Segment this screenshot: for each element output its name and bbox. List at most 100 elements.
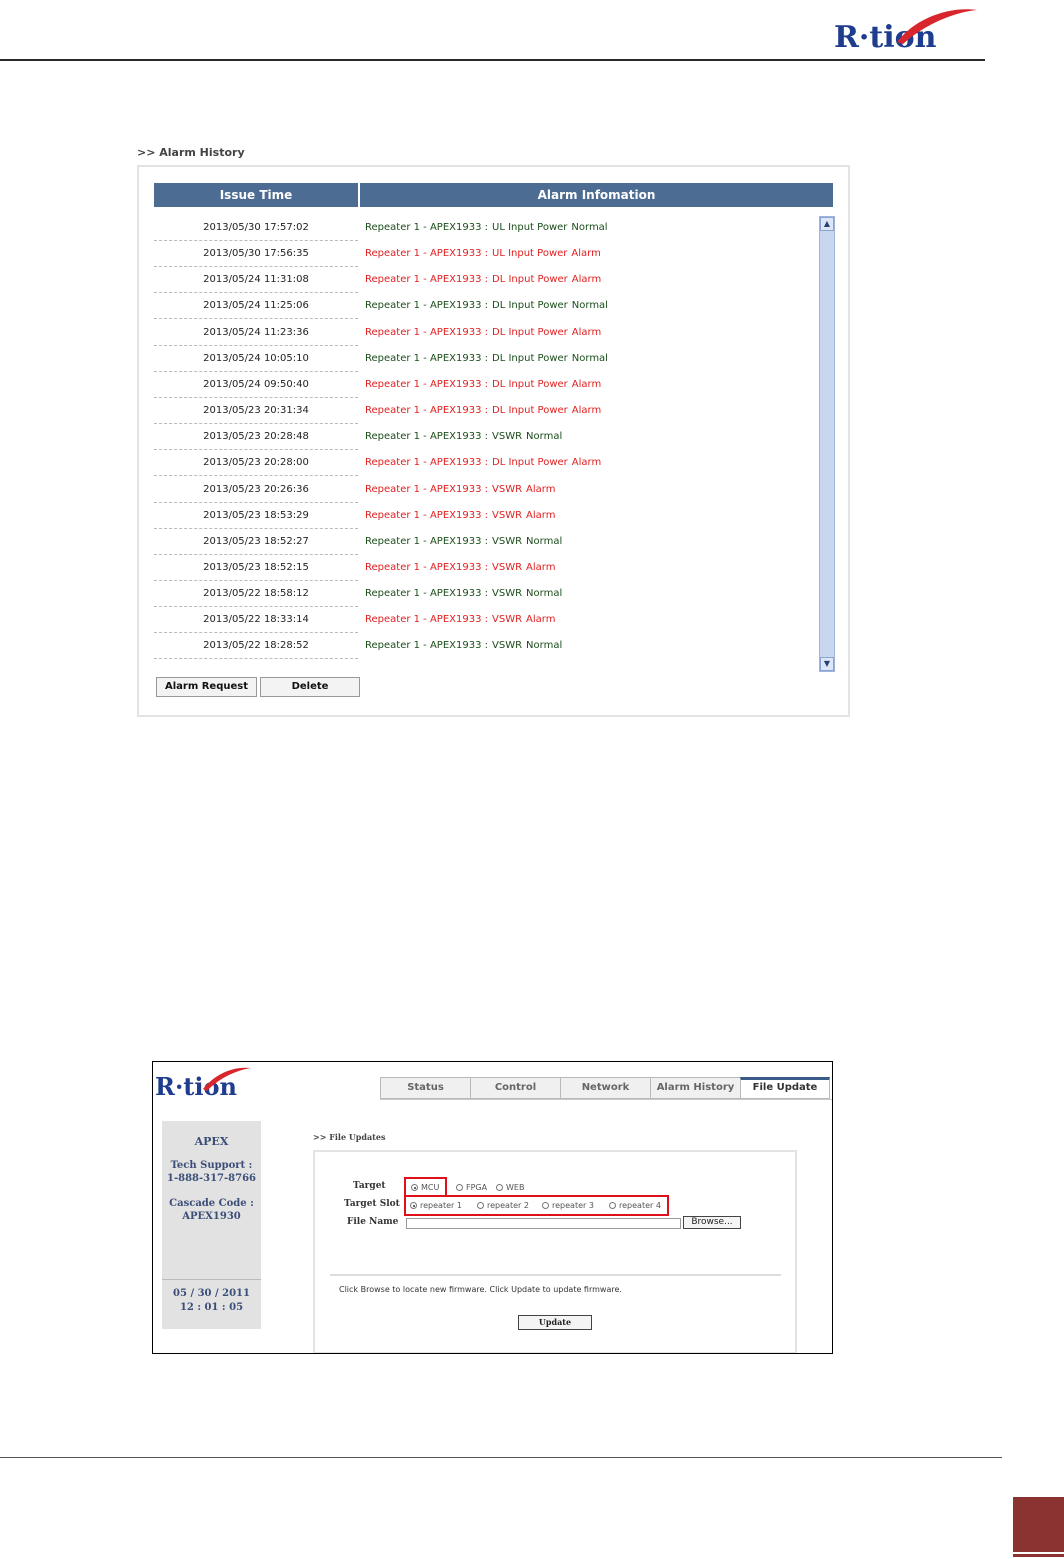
alarm-information-cell: Repeater 1 - APEX1933 : UL Input Power Nor… — [365, 215, 612, 241]
target-highlight — [404, 1177, 447, 1197]
app-logo-swoosh-icon — [203, 1067, 251, 1091]
issue-time-cell: 2013/05/23 20:28:48 — [154, 424, 358, 451]
alarm-status: Alarm — [526, 509, 556, 521]
alarm-source: Repeater 1 - APEX1933 : — [365, 326, 489, 338]
file-updates-breadcrumb: >> File Updates — [313, 1132, 386, 1142]
alarm-source: Repeater 1 - APEX1933 : — [365, 248, 489, 260]
alarm-source: Repeater 1 - APEX1933 : — [365, 300, 489, 312]
alarm-information-cell: Repeater 1 - APEX1933 : VSWR Alarm — [365, 503, 559, 529]
alarm-status: Normal — [526, 588, 563, 600]
alarm-information-cell: Repeater 1 - APEX1933 : VSWR Normal — [365, 424, 566, 450]
target-option-web[interactable]: WEB — [496, 1183, 524, 1192]
update-button[interactable]: Update — [518, 1315, 592, 1330]
alarm-information-cell: Repeater 1 - APEX1933 : DL Input Power Nor… — [365, 346, 612, 372]
alarm-source: Repeater 1 - APEX1933 : — [365, 614, 489, 626]
alarm-source: Repeater 1 - APEX1933 : — [365, 640, 489, 652]
issue-time-cell: 2013/05/24 09:50:40 — [154, 372, 358, 398]
radio-icon[interactable] — [496, 1184, 503, 1191]
alarm-item: DL Input Power — [492, 300, 568, 312]
issue-time-cell: 2013/05/23 20:26:36 — [154, 477, 358, 503]
issue-time-cell: 2013/05/23 18:52:27 — [154, 529, 358, 555]
table-row: 2013/05/24 10:05:10 Repeater 1 - APEX1933… — [154, 346, 794, 372]
delete-button[interactable]: Delete — [260, 677, 360, 697]
scroll-up-icon[interactable]: ▲ — [820, 217, 834, 231]
tab-file-update[interactable]: File Update — [740, 1077, 830, 1099]
table-row: 2013/05/23 18:53:29 Repeater 1 - APEX1933… — [154, 503, 794, 529]
table-row: 2013/05/22 18:33:14 Repeater 1 - APEX1933… — [154, 607, 794, 634]
issue-time-cell: 2013/05/22 18:33:14 — [154, 607, 358, 634]
alarm-item: DL Input Power — [492, 378, 568, 390]
alarm-item: VSWR — [492, 588, 523, 600]
alarm-item: DL Input Power — [492, 352, 568, 364]
alarm-information-cell: Repeater 1 - APEX1933 : VSWR Alarm — [365, 555, 559, 581]
table-row: 2013/05/23 18:52:27 Repeater 1 - APEX1933… — [154, 529, 794, 555]
alarm-status: Alarm — [571, 405, 602, 417]
file-name-input[interactable] — [406, 1218, 681, 1229]
file-name-label: File Name — [347, 1217, 399, 1227]
alarm-information-cell: Repeater 1 - APEX1933 : DL Input Power Ala… — [365, 372, 605, 398]
sidebar: APEX Tech Support : 1-888-317-8766 Casca… — [162, 1121, 261, 1329]
alarm-history-breadcrumb: >> Alarm History — [137, 146, 245, 159]
target-option-fpga[interactable]: FPGA — [456, 1183, 487, 1192]
alarm-status: Normal — [571, 300, 608, 312]
tab-bar-rule — [380, 1099, 832, 1100]
alarm-item: UL Input Power — [492, 248, 568, 260]
sidebar-date: 05 / 30 / 2011 — [173, 1288, 250, 1299]
alarm-status: Alarm — [571, 326, 602, 338]
alarm-item: VSWR — [492, 431, 523, 443]
table-row: 2013/05/23 20:26:36 Repeater 1 - APEX1933… — [154, 477, 794, 503]
form-divider — [330, 1274, 781, 1276]
target-slot-label: Target Slot — [344, 1199, 400, 1209]
issue-time-cell: 2013/05/24 11:25:06 — [154, 293, 358, 320]
table-row: 2013/05/23 20:28:00 Repeater 1 - APEX1933… — [154, 450, 794, 477]
tab-network[interactable]: Network — [560, 1077, 651, 1099]
alarm-source: Repeater 1 - APEX1933 : — [365, 588, 489, 600]
table-row: 2013/05/24 11:23:36 Repeater 1 - APEX1933… — [154, 320, 794, 346]
sidebar-support-label: Tech Support : — [170, 1160, 253, 1171]
tab-control[interactable]: Control — [470, 1077, 561, 1099]
alarm-status: Normal — [571, 352, 608, 364]
alarm-information-cell: Repeater 1 - APEX1933 : VSWR Normal — [365, 529, 566, 555]
issue-time-cell: 2013/05/24 10:05:10 — [154, 346, 358, 372]
alarm-request-button[interactable]: Alarm Request — [156, 677, 257, 697]
issue-time-cell: 2013/05/22 18:28:52 — [154, 633, 358, 660]
radio-icon[interactable] — [456, 1184, 463, 1191]
alarm-status: Alarm — [571, 378, 602, 390]
alarm-status: Alarm — [571, 457, 602, 469]
alarm-status: Normal — [526, 640, 563, 652]
table-row: 2013/05/30 17:56:35 Repeater 1 - APEX1933… — [154, 241, 794, 268]
sidebar-divider — [162, 1279, 261, 1280]
alarm-item: DL Input Power — [492, 274, 568, 286]
page-number-box — [1013, 1497, 1064, 1552]
table-row: 2013/05/22 18:28:52 Repeater 1 - APEX1933… — [154, 633, 794, 660]
alarm-source: Repeater 1 - APEX1933 : — [365, 405, 489, 417]
issue-time-cell: 2013/05/24 11:31:08 — [154, 267, 358, 294]
alarm-item: DL Input Power — [492, 326, 568, 338]
alarm-item: VSWR — [492, 535, 523, 547]
column-header-issue-time: Issue Time — [154, 183, 358, 207]
alarm-information-cell: Repeater 1 - APEX1933 : VSWR Alarm — [365, 477, 559, 503]
tab-status[interactable]: Status — [380, 1077, 471, 1099]
table-row: 2013/05/24 11:31:08 Repeater 1 - APEX1933… — [154, 267, 794, 294]
alarm-source: Repeater 1 - APEX1933 : — [365, 274, 489, 286]
tab-alarm-history[interactable]: Alarm History — [650, 1077, 741, 1099]
alarm-status: Alarm — [526, 483, 556, 495]
alarm-status: Alarm — [526, 614, 556, 626]
file-update-screenshot: R·tion Status Control Network Alarm Hist… — [152, 1061, 833, 1354]
alarm-item: VSWR — [492, 483, 523, 495]
table-row: 2013/05/23 18:52:15 Repeater 1 - APEX1933… — [154, 555, 794, 581]
alarm-information-cell: Repeater 1 - APEX1933 : DL Input Power Ala… — [365, 267, 605, 293]
logo-swoosh-icon — [897, 9, 977, 44]
footer-rule — [0, 1457, 1002, 1458]
alarm-information-cell: Repeater 1 - APEX1933 : UL Input Power Ala… — [365, 241, 605, 267]
alarm-status: Normal — [526, 431, 563, 443]
scroll-down-icon[interactable]: ▼ — [820, 657, 834, 671]
table-row: 2013/05/23 20:28:48 Repeater 1 - APEX1933… — [154, 424, 794, 451]
alarm-status: Alarm — [571, 274, 602, 286]
file-update-form: Target MCU FPGA WEB Target Slot repeater… — [313, 1150, 797, 1353]
browse-button[interactable]: Browse... — [683, 1216, 741, 1229]
alarm-source: Repeater 1 - APEX1933 : — [365, 535, 489, 547]
alarm-list-scrollbar[interactable]: ▲ ▼ — [819, 216, 835, 672]
issue-time-cell: 2013/05/30 17:57:02 — [154, 215, 358, 241]
alarm-history-panel: Issue Time Alarm Infomation 2013/05/30 1… — [137, 165, 850, 717]
